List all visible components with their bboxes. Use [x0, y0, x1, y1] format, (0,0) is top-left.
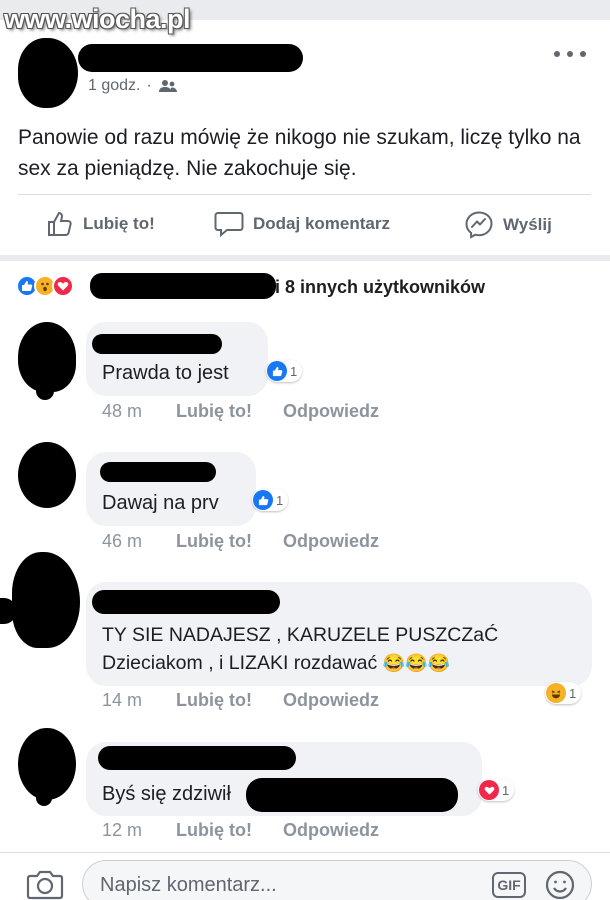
reactions-summary-text[interactable]: i 8 innych użytkowników — [275, 277, 485, 298]
camera-button[interactable] — [26, 868, 64, 900]
commenter-name-redacted[interactable] — [92, 590, 280, 614]
commenter-name-redacted[interactable] — [100, 462, 216, 482]
like-label: Lubię to! — [83, 214, 155, 233]
comment-button[interactable]: Dodaj komentarz — [214, 210, 390, 238]
divider — [18, 194, 591, 195]
comment-text: Byś się zdziwił — [102, 783, 231, 805]
reaction-count: 1 — [569, 685, 577, 701]
laughing-emoji: 😂😂😂 — [382, 653, 450, 673]
post-meta: 1 godz. · — [88, 77, 178, 95]
comment-text-line2-text: Dzieciakom , i LIZAKI rozdawać — [102, 652, 378, 674]
comment-reply-button[interactable]: Odpowiedz — [283, 820, 379, 841]
comment-meta: 46 m Lubię to! Odpowiedz — [102, 531, 379, 552]
comment-time[interactable]: 46 m — [102, 531, 176, 552]
comment-reaction-badge[interactable]: 1 — [252, 489, 289, 511]
comment-reply-button[interactable]: Odpowiedz — [283, 401, 379, 422]
like-icon — [267, 361, 287, 381]
commenter-avatar[interactable] — [18, 442, 76, 508]
comment-reply-button[interactable]: Odpowiedz — [283, 690, 379, 711]
comment-meta: 12 m Lubię to! Odpowiedz — [102, 820, 379, 841]
comment-text: Prawda to jest — [102, 362, 229, 384]
comment-text-line2: Dzieciakom , i LIZAKI rozdawać 😂😂😂 — [102, 649, 450, 677]
reaction-count: 1 — [290, 363, 298, 379]
comment-like-button[interactable]: Lubię to! — [176, 531, 283, 552]
comment-text-redacted — [246, 778, 458, 812]
reactor-name-redacted — [90, 273, 276, 299]
gif-button[interactable]: GIF — [492, 872, 526, 898]
commenter-avatar[interactable] — [12, 552, 80, 648]
post-time[interactable]: 1 godz. — [88, 77, 140, 95]
thumbs-up-icon — [48, 211, 72, 236]
comment-meta: 48 m Lubię to! Odpowiedz — [102, 401, 379, 422]
love-icon — [479, 780, 499, 800]
comment-meta: 14 m Lubię to! Odpowiedz — [102, 690, 379, 711]
gif-label: GIF — [497, 877, 521, 893]
like-icon — [253, 490, 273, 510]
comment-reaction-badge[interactable]: 1 — [545, 682, 582, 704]
messenger-icon — [465, 211, 493, 239]
comment-time[interactable]: 14 m — [102, 690, 176, 711]
love-icon — [52, 275, 74, 297]
commenter-name-redacted[interactable] — [92, 334, 222, 354]
comment-text: Dawaj na prv — [102, 492, 219, 514]
emoji-button[interactable] — [544, 869, 576, 900]
dot-icon — [580, 51, 586, 57]
comment-label: Dodaj komentarz — [253, 214, 390, 233]
post-text: Panowie od razu mówię że nikogo nie szuk… — [18, 126, 581, 180]
comment-input-placeholder: Napisz komentarz... — [100, 874, 277, 896]
comment-like-button[interactable]: Lubię to! — [176, 690, 283, 711]
commenter-name-redacted[interactable] — [98, 746, 296, 770]
reactions-summary-icons[interactable] — [16, 275, 74, 297]
send-button[interactable]: Wyślij — [464, 210, 552, 240]
smiley-icon — [545, 870, 575, 900]
friends-icon — [158, 80, 177, 92]
send-label: Wyślij — [503, 215, 552, 234]
watermark: www.wiocha.pl — [4, 4, 191, 34]
commenter-avatar-tail — [36, 790, 52, 806]
comment-time[interactable]: 48 m — [102, 401, 176, 422]
post-author-avatar[interactable] — [18, 38, 78, 108]
comment-reaction-badge[interactable]: 1 — [478, 779, 515, 801]
haha-icon — [546, 683, 566, 703]
post-author-name-redacted[interactable] — [78, 44, 303, 72]
comment-reply-button[interactable]: Odpowiedz — [283, 531, 379, 552]
more-options-button[interactable] — [554, 42, 586, 66]
camera-icon — [26, 870, 64, 900]
commenter-avatar-tail — [36, 370, 54, 400]
meta-separator: · — [146, 77, 152, 94]
comment-text-line1: TY SIE NADAJESZ , KARUZELE PUSZCZaĆ — [102, 624, 499, 646]
comment-like-button[interactable]: Lubię to! — [176, 820, 283, 841]
reaction-count: 1 — [276, 492, 284, 508]
comment-like-button[interactable]: Lubię to! — [176, 401, 283, 422]
like-button[interactable]: Lubię to! — [46, 210, 155, 238]
dot-icon — [567, 51, 573, 57]
comment-icon — [214, 212, 244, 238]
dot-icon — [554, 51, 560, 57]
comment-time[interactable]: 12 m — [102, 820, 176, 841]
comment-reaction-badge[interactable]: 1 — [266, 360, 303, 382]
reaction-count: 1 — [502, 782, 510, 798]
section-band — [0, 255, 610, 261]
